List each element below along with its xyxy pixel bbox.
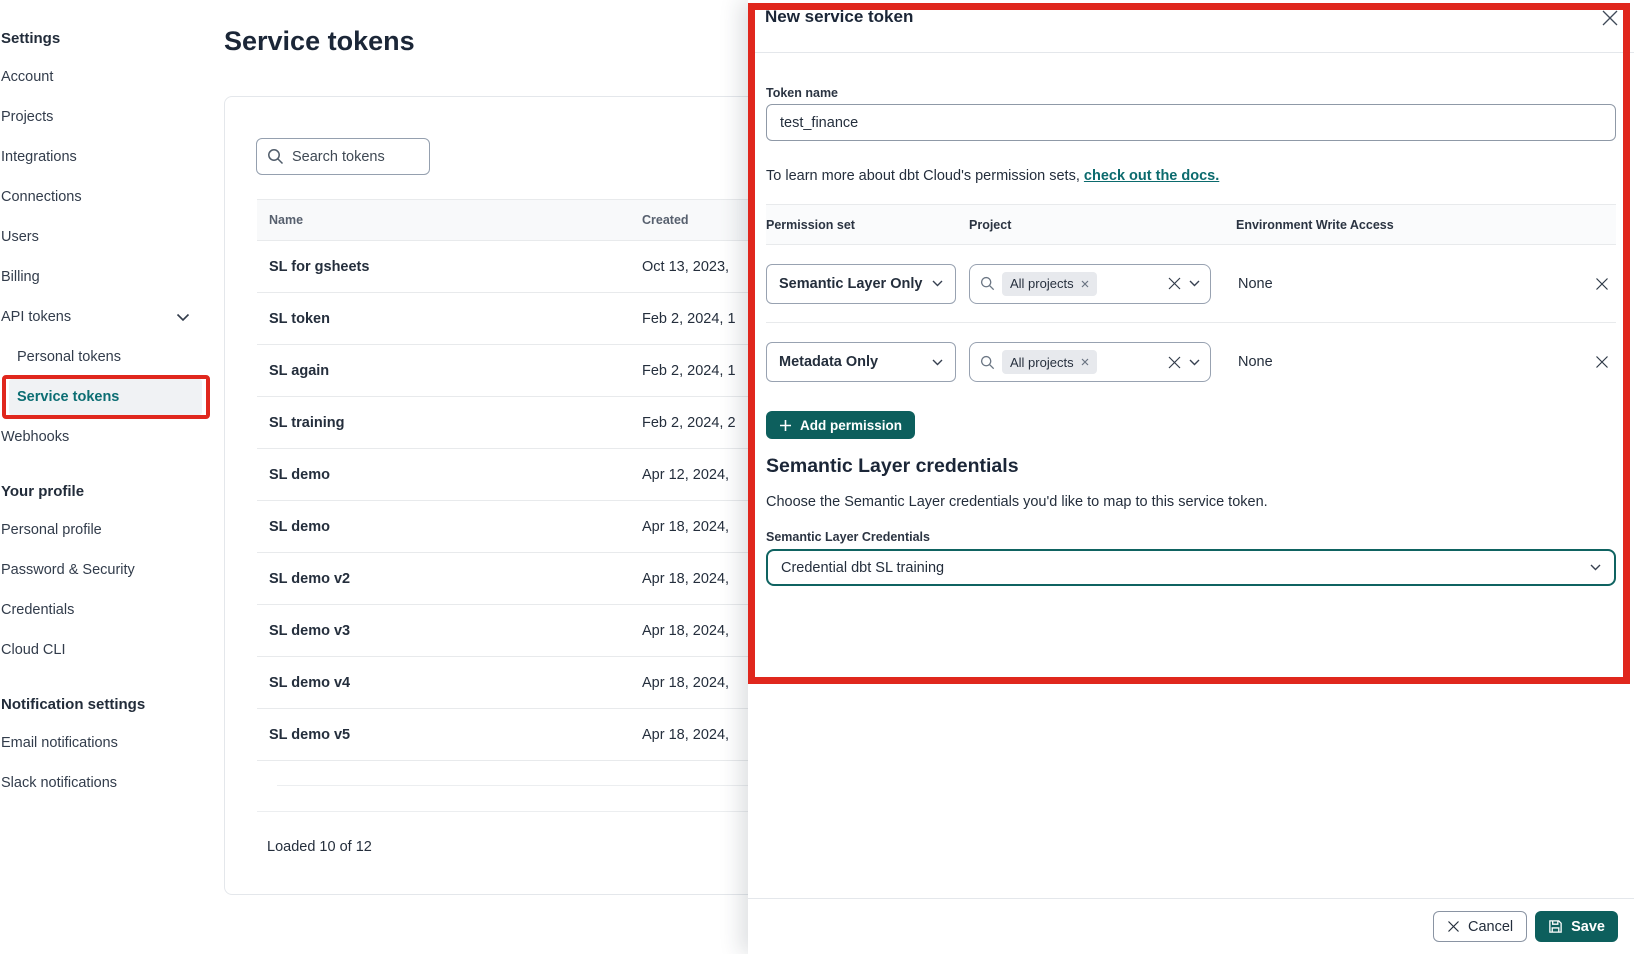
sidebar-item-billing[interactable]: Billing	[1, 257, 220, 297]
sidebar-item-service-tokens-wrap: Service tokens	[9, 379, 202, 415]
chevron-down-icon	[932, 359, 943, 366]
docs-link[interactable]: check out the docs.	[1084, 168, 1219, 184]
remove-permission-icon[interactable]	[1588, 276, 1616, 292]
sidebar-item-users[interactable]: Users	[1, 217, 220, 257]
sidebar-item-slack-notifications[interactable]: Slack notifications	[1, 763, 220, 803]
new-service-token-drawer: New service token Token name To learn mo…	[748, 0, 1634, 954]
drawer-header: New service token	[748, 0, 1634, 53]
search-icon	[980, 355, 995, 370]
permission-docs-text: To learn more about dbt Cloud's permissi…	[766, 168, 1616, 184]
add-permission-button[interactable]: Add permission	[766, 411, 915, 439]
permissions-header-row: Permission set Project Environment Write…	[766, 204, 1616, 245]
clear-selection-icon[interactable]	[1167, 276, 1182, 291]
sidebar-item-webhooks[interactable]: Webhooks	[1, 417, 220, 457]
plus-icon	[779, 419, 792, 432]
sidebar-item-cloud-cli[interactable]: Cloud CLI	[1, 630, 220, 670]
sidebar-heading-notification-settings: Notification settings	[1, 696, 220, 713]
environment-write-access-value: None	[1236, 276, 1588, 292]
semantic-layer-credentials-select[interactable]: Credential dbt SL training	[766, 549, 1616, 586]
column-header-name: Name	[257, 213, 642, 227]
remove-permission-icon[interactable]	[1588, 354, 1616, 370]
chevron-down-icon	[932, 280, 943, 287]
search-input[interactable]	[292, 149, 412, 165]
project-multiselect[interactable]: All projects	[969, 342, 1211, 382]
token-name-label: Token name	[766, 86, 1616, 100]
project-chip[interactable]: All projects	[1002, 350, 1097, 374]
chevron-down-icon	[1590, 564, 1601, 571]
close-icon	[1447, 920, 1460, 933]
drawer-body: Token name To learn more about dbt Cloud…	[748, 86, 1634, 586]
semantic-layer-credentials-heading: Semantic Layer credentials	[766, 455, 1616, 478]
drawer-footer: Cancel Save	[748, 898, 1634, 954]
sidebar-item-password-security[interactable]: Password & Security	[1, 550, 220, 590]
sidebar-item-projects[interactable]: Projects	[1, 97, 220, 137]
page-title: Service tokens	[224, 26, 415, 57]
sidebar-item-integrations[interactable]: Integrations	[1, 137, 220, 177]
project-chip[interactable]: All projects	[1002, 272, 1097, 296]
drawer-title: New service token	[765, 7, 913, 27]
sidebar-item-account[interactable]: Account	[1, 57, 220, 97]
sidebar-item-api-tokens[interactable]: API tokens	[1, 297, 220, 337]
chip-remove-icon[interactable]	[1081, 358, 1089, 366]
search-icon	[980, 276, 995, 291]
column-header-environment-write-access: Environment Write Access	[1236, 218, 1588, 232]
sidebar-heading-your-profile: Your profile	[1, 483, 220, 500]
token-name-input[interactable]	[766, 104, 1616, 141]
cancel-button[interactable]: Cancel	[1433, 911, 1527, 942]
semantic-layer-credentials-label: Semantic Layer Credentials	[766, 530, 1616, 544]
permission-row: Metadata Only All projects None	[766, 323, 1616, 401]
sidebar-item-connections[interactable]: Connections	[1, 177, 220, 217]
chevron-down-icon[interactable]	[1189, 359, 1200, 366]
permission-set-select[interactable]: Semantic Layer Only	[766, 264, 956, 304]
permission-set-select[interactable]: Metadata Only	[766, 342, 956, 382]
search-tokens-box	[256, 138, 430, 175]
sidebar-item-credentials[interactable]: Credentials	[1, 590, 220, 630]
project-multiselect[interactable]: All projects	[969, 264, 1211, 304]
clear-selection-icon[interactable]	[1167, 355, 1182, 370]
close-icon[interactable]	[1599, 7, 1621, 29]
sidebar-item-email-notifications[interactable]: Email notifications	[1, 723, 220, 763]
search-icon	[267, 148, 284, 165]
sidebar-item-personal-profile[interactable]: Personal profile	[1, 510, 220, 550]
save-disk-icon	[1548, 919, 1563, 934]
semantic-layer-credentials-description: Choose the Semantic Layer credentials yo…	[766, 494, 1616, 510]
settings-sidebar: Settings Account Projects Integrations C…	[0, 0, 220, 954]
column-header-project: Project	[969, 218, 1236, 232]
chevron-down-icon	[176, 313, 190, 322]
environment-write-access-value: None	[1236, 354, 1588, 370]
chip-remove-icon[interactable]	[1081, 280, 1089, 288]
sidebar-heading-settings: Settings	[1, 30, 220, 47]
column-header-permission-set: Permission set	[766, 218, 969, 232]
chevron-down-icon[interactable]	[1189, 280, 1200, 287]
permission-row: Semantic Layer Only All projects None	[766, 245, 1616, 323]
save-button[interactable]: Save	[1535, 911, 1618, 942]
sidebar-item-service-tokens[interactable]: Service tokens	[9, 379, 202, 415]
sidebar-item-personal-tokens[interactable]: Personal tokens	[17, 337, 220, 377]
